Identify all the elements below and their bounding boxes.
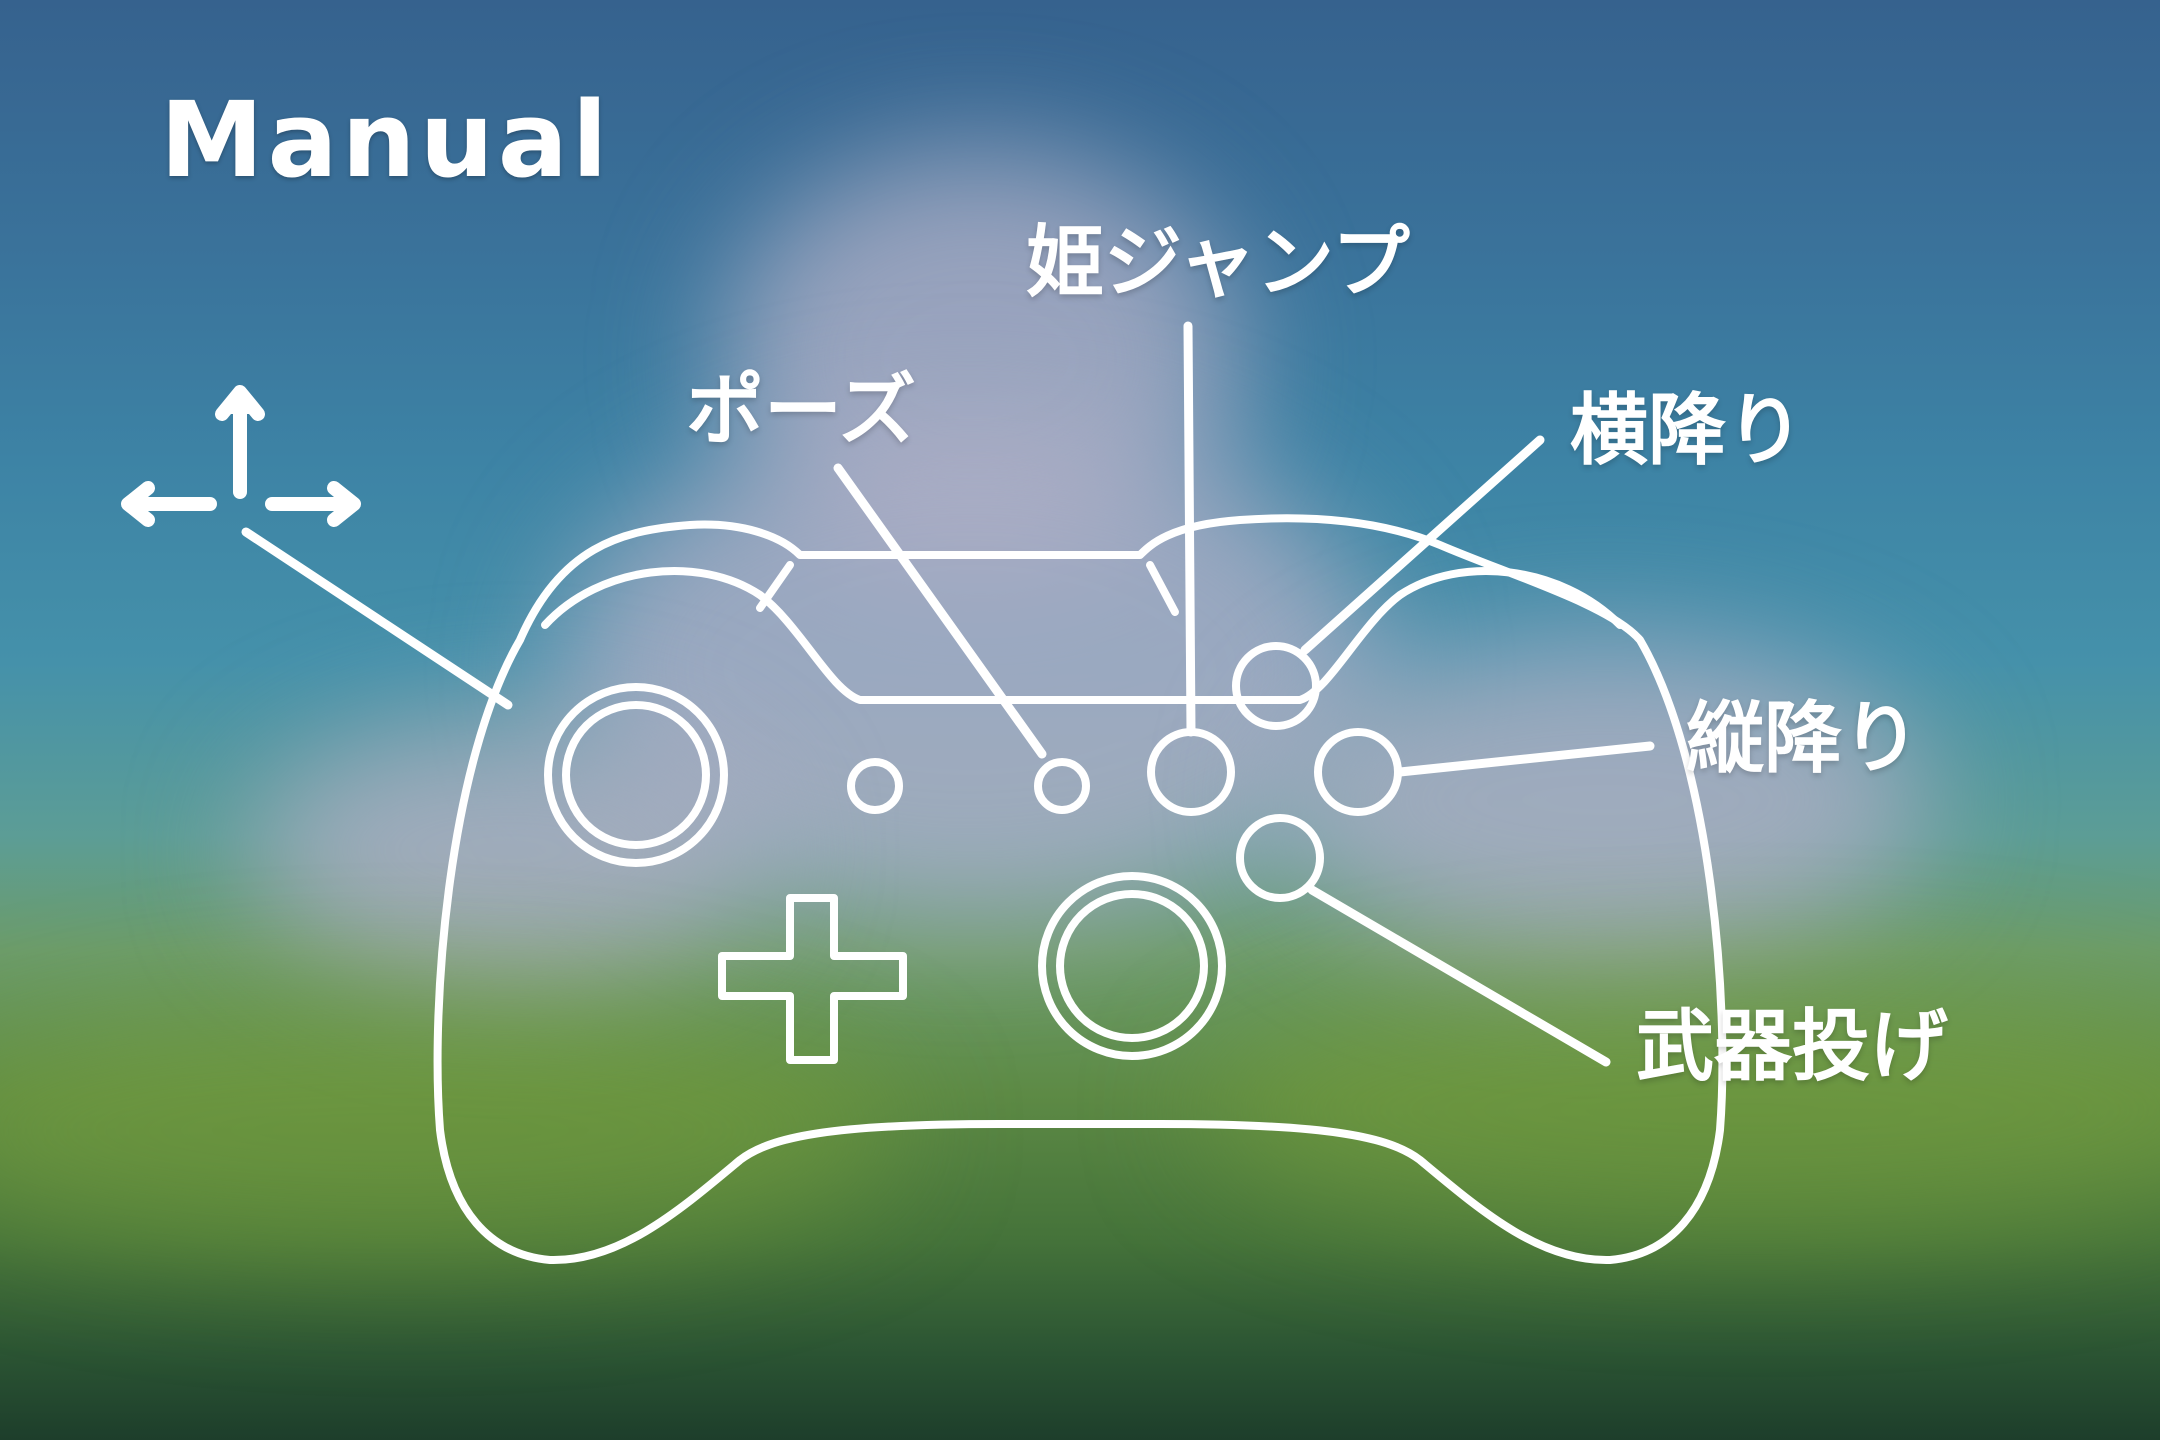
label-vertical-drop: 縦降り [1686,694,1921,784]
face-button-y [1232,642,1320,730]
menu-button [1034,758,1090,814]
manual-screen: Manual ポーズ 姫ジャンプ 横降り 縦降り 武器投げ [0,0,2160,1440]
label-horizontal-drop: 横降り [1570,386,1805,476]
callout-line-pause [833,463,1047,759]
d-pad [718,894,907,1064]
arrows-up-left-right-icon [121,385,361,527]
label-pause: ポーズ [686,366,917,456]
face-button-a [1236,814,1324,902]
left-stick [544,683,728,867]
callout-line-move [241,527,513,710]
label-princess-jump: 姫ジャンプ [1026,218,1410,308]
face-button-x [1147,728,1235,816]
right-stick [1038,872,1226,1060]
callout-line-horizontal-drop [1300,435,1545,655]
callout-line-vertical-drop [1395,741,1655,777]
view-button [847,758,903,814]
label-weapon-throw: 武器投げ [1636,1002,1949,1092]
face-button-b [1314,728,1402,816]
callout-line-princess-jump [1183,321,1196,737]
callout-line-weapon-throw [1307,885,1611,1067]
